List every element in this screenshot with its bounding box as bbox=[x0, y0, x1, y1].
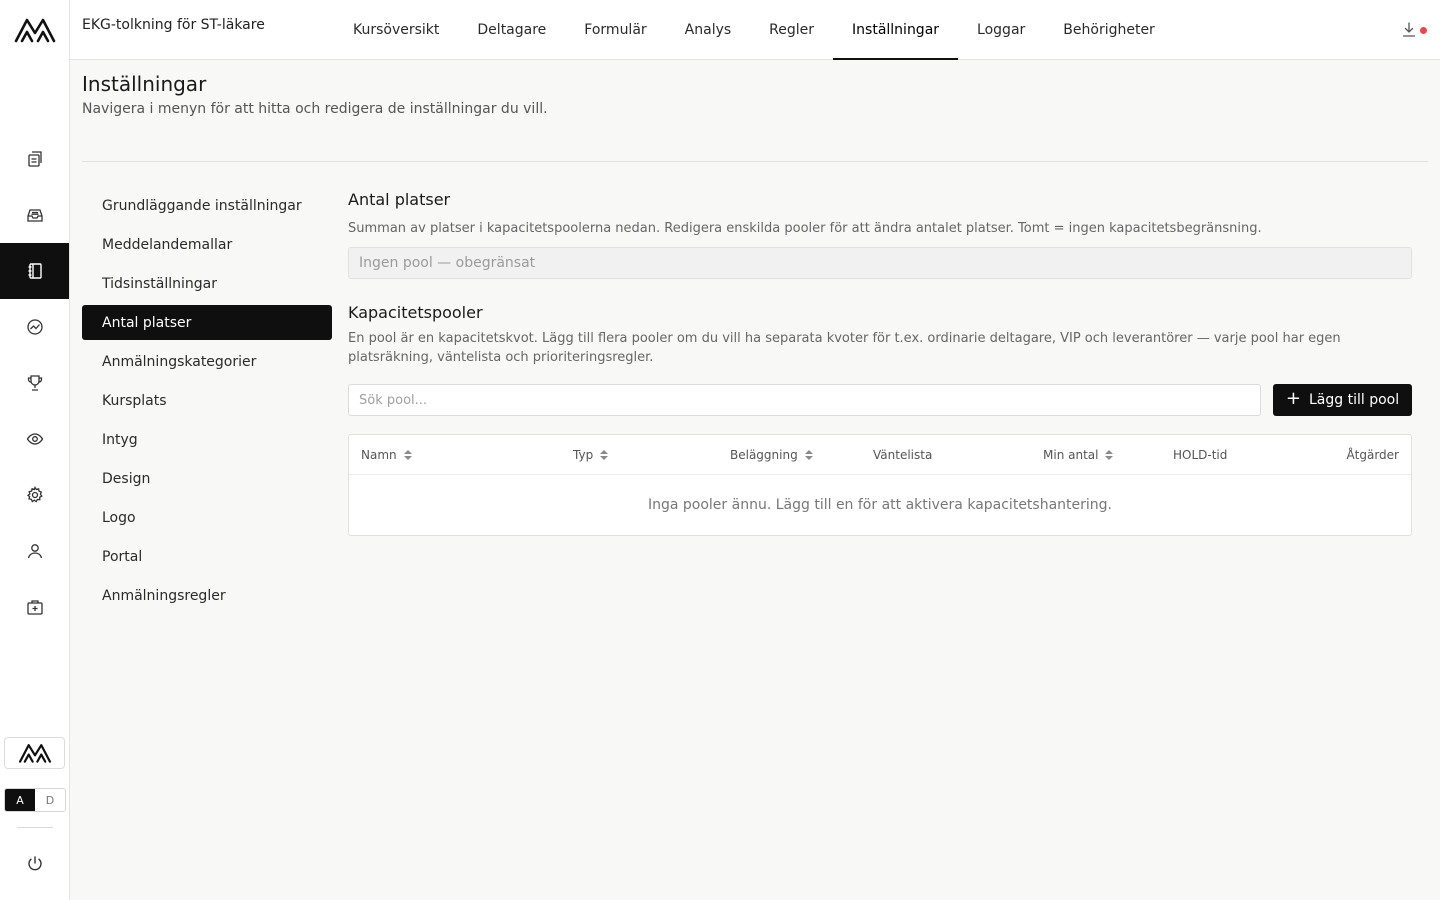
tab-regler[interactable]: Regler bbox=[750, 0, 833, 60]
left-rail: A D bbox=[0, 0, 70, 900]
pool-search-input[interactable] bbox=[348, 384, 1261, 416]
menu-item-anmalningsregler[interactable]: Anmälningsregler bbox=[82, 578, 332, 613]
user-icon[interactable] bbox=[0, 523, 69, 579]
app-logo-icon[interactable] bbox=[14, 16, 56, 44]
menu-item-tidsinstallningar[interactable]: Tidsinställningar bbox=[82, 266, 332, 301]
tab-behorigheter[interactable]: Behörigheter bbox=[1044, 0, 1174, 60]
page-subtitle: Navigera i menyn för att hitta och redig… bbox=[82, 101, 548, 117]
tab-loggar[interactable]: Loggar bbox=[958, 0, 1044, 60]
language-toggle: A D bbox=[4, 788, 66, 812]
pools-description: En pool är en kapacitetskvot. Lägg till … bbox=[348, 331, 1341, 365]
column-occupancy[interactable]: Beläggning bbox=[730, 435, 813, 475]
sort-icon bbox=[804, 450, 813, 460]
seats-title: Antal platser bbox=[348, 190, 451, 209]
tab-formular[interactable]: Formulär bbox=[565, 0, 665, 60]
column-waitlist-label: Väntelista bbox=[873, 448, 933, 462]
main-tabs: Kursöversikt Deltagare Formulär Analys R… bbox=[334, 0, 1174, 60]
menu-item-design[interactable]: Design bbox=[82, 461, 332, 496]
tab-kursoversikt[interactable]: Kursöversikt bbox=[334, 0, 458, 60]
add-pool-button[interactable]: + Lägg till pool bbox=[1273, 384, 1412, 416]
menu-item-intyg[interactable]: Intyg bbox=[82, 422, 332, 457]
tab-analys[interactable]: Analys bbox=[666, 0, 751, 60]
download-icon[interactable] bbox=[1402, 20, 1430, 40]
brand-logo-icon[interactable] bbox=[4, 737, 65, 769]
tab-installningar[interactable]: Inställningar bbox=[833, 0, 959, 60]
column-min-label: Min antal bbox=[1043, 448, 1099, 462]
page-title: Inställningar bbox=[82, 72, 207, 96]
pools-title: Kapacitetspooler bbox=[348, 303, 483, 322]
column-waitlist: Väntelista bbox=[873, 435, 932, 475]
column-name-label: Namn bbox=[361, 448, 397, 462]
sort-icon bbox=[1105, 450, 1114, 460]
rail-divider bbox=[17, 827, 53, 828]
column-min[interactable]: Min antal bbox=[1043, 435, 1114, 475]
settings-menu: Grundläggande inställningar Meddelandema… bbox=[82, 188, 332, 617]
inbox-icon[interactable] bbox=[0, 187, 69, 243]
menu-item-kursplats[interactable]: Kursplats bbox=[82, 383, 332, 418]
column-actions: Åtgärder bbox=[1346, 435, 1399, 475]
gear-icon[interactable] bbox=[0, 467, 69, 523]
tab-deltagare[interactable]: Deltagare bbox=[458, 0, 565, 60]
top-bar: EKG-tolkning för ST-läkare Kursöversikt … bbox=[70, 0, 1440, 60]
header-divider bbox=[82, 161, 1428, 162]
column-hold: HOLD-tid bbox=[1173, 435, 1227, 475]
menu-item-antal-platser[interactable]: Antal platser bbox=[82, 305, 332, 340]
column-actions-label: Åtgärder bbox=[1346, 448, 1399, 462]
menu-item-meddelandemallar[interactable]: Meddelandemallar bbox=[82, 227, 332, 262]
notebook-icon[interactable] bbox=[0, 243, 69, 299]
medical-box-icon[interactable] bbox=[0, 579, 69, 635]
column-occupancy-label: Beläggning bbox=[730, 448, 798, 462]
column-hold-label: HOLD-tid bbox=[1173, 448, 1228, 462]
column-type-label: Typ bbox=[573, 448, 594, 462]
course-title: EKG-tolkning för ST-läkare bbox=[82, 17, 265, 33]
lang-option-a[interactable]: A bbox=[5, 789, 35, 811]
pools-table: Namn Typ Beläggning Väntelista Min antal… bbox=[348, 434, 1412, 536]
menu-item-anmalningskategorier[interactable]: Anmälningskategorier bbox=[82, 344, 332, 379]
seats-total-field: Ingen pool — obegränsat bbox=[348, 247, 1412, 279]
power-icon[interactable] bbox=[0, 850, 69, 878]
menu-item-portal[interactable]: Portal bbox=[82, 539, 332, 574]
chart-icon[interactable] bbox=[0, 299, 69, 355]
column-type[interactable]: Typ bbox=[573, 435, 609, 475]
trophy-icon[interactable] bbox=[0, 355, 69, 411]
documents-icon[interactable] bbox=[0, 131, 69, 187]
seats-description: Summan av platser i kapacitetspoolerna n… bbox=[348, 221, 1262, 236]
sort-icon bbox=[403, 450, 412, 460]
add-pool-label: Lägg till pool bbox=[1308, 392, 1400, 408]
eye-icon[interactable] bbox=[0, 411, 69, 467]
plus-icon: + bbox=[1285, 388, 1301, 409]
column-name[interactable]: Namn bbox=[361, 435, 412, 475]
empty-state: Inga pooler ännu. Lägg till en för att a… bbox=[647, 497, 1112, 513]
table-header: Namn Typ Beläggning Väntelista Min antal… bbox=[349, 435, 1411, 475]
notification-dot bbox=[1420, 27, 1427, 34]
sort-icon bbox=[600, 450, 609, 460]
menu-item-grundlaggande[interactable]: Grundläggande inställningar bbox=[82, 188, 332, 223]
lang-option-d[interactable]: D bbox=[35, 789, 65, 811]
menu-item-logo[interactable]: Logo bbox=[82, 500, 332, 535]
